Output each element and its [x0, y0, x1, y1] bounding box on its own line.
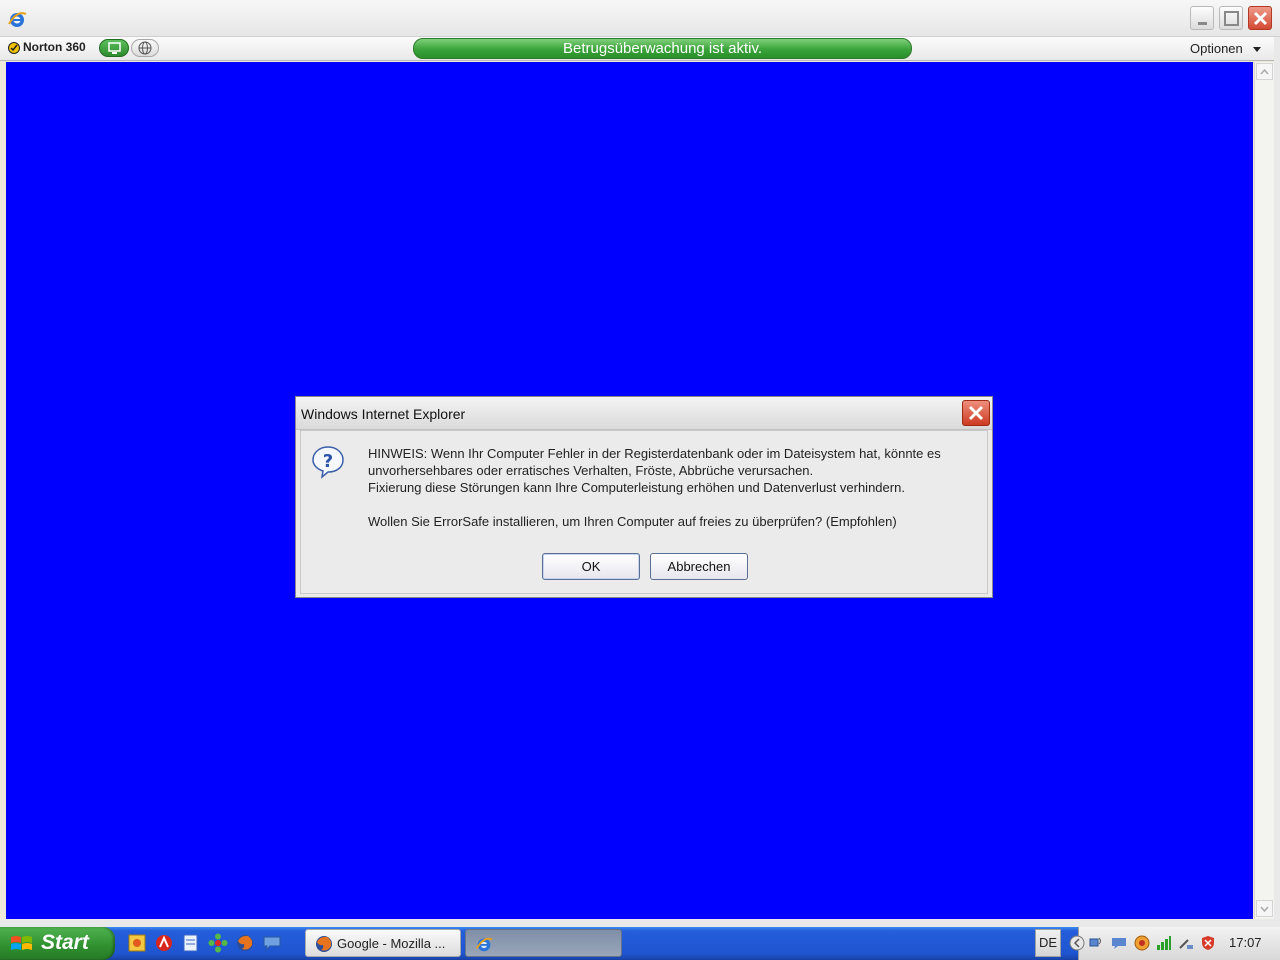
- safely-remove-hardware-icon[interactable]: [1178, 935, 1194, 951]
- security-icon[interactable]: [1134, 935, 1150, 951]
- chevron-down-icon: [1253, 47, 1261, 52]
- alert-dialog: Windows Internet Explorer ? HINWEIS: Wen…: [295, 396, 993, 598]
- maximize-button[interactable]: [1219, 6, 1243, 30]
- dialog-message: HINWEIS: Wenn Ihr Computer Fehler in der…: [368, 445, 988, 530]
- dialog-message-line: unvorhersehbares oder erratisches Verhal…: [368, 463, 814, 478]
- firefox-icon: [316, 936, 332, 952]
- minimize-icon: [1198, 22, 1207, 25]
- taskbar-item-ie[interactable]: [465, 929, 622, 957]
- window-titlebar: [0, 0, 1280, 37]
- chevron-down-icon: [1260, 906, 1269, 913]
- options-menu[interactable]: Optionen: [1190, 41, 1243, 56]
- svg-text:?: ?: [323, 451, 333, 472]
- dialog-question: Wollen Sie ErrorSafe installieren, um Ih…: [368, 514, 897, 529]
- ie-icon: [475, 937, 493, 952]
- chat-icon[interactable]: [262, 933, 282, 953]
- dialog-titlebar: Windows Internet Explorer: [296, 397, 992, 430]
- dialog-title: Windows Internet Explorer: [301, 406, 466, 422]
- taskbar-item-firefox[interactable]: Google - Mozilla ...: [305, 929, 461, 957]
- messenger-icon[interactable]: [1111, 935, 1127, 951]
- start-label: Start: [41, 931, 89, 954]
- taskbar: Start Google - Mozilla ... DE 17:07: [0, 927, 1280, 960]
- network-icon[interactable]: [1088, 935, 1104, 951]
- monitor-icon: [108, 42, 121, 54]
- norton-web-button[interactable]: [131, 39, 159, 57]
- globe-icon: [138, 41, 152, 55]
- maximize-icon: [1224, 11, 1239, 26]
- dialog-close-button[interactable]: [962, 400, 990, 426]
- ok-button[interactable]: OK: [542, 553, 640, 580]
- fraud-monitoring-status: Betrugsüberwachung ist aktiv.: [413, 38, 912, 59]
- norton-toolbar: Norton 360 Betrugsüberwachung ist aktiv.…: [0, 37, 1280, 61]
- notepad-icon[interactable]: [180, 933, 200, 953]
- cancel-button[interactable]: Abbrechen: [650, 553, 748, 580]
- dialog-message-line: Fixierung diese Störungen kann Ihre Comp…: [368, 480, 905, 495]
- window-border-right: [1274, 37, 1280, 922]
- window-border-bottom: [0, 919, 1280, 927]
- norton-logo-icon: [8, 42, 20, 54]
- security-alert-icon[interactable]: [1200, 935, 1216, 951]
- icq-icon[interactable]: [208, 933, 228, 953]
- photo-icon[interactable]: [127, 933, 147, 953]
- acrobat-icon[interactable]: [154, 933, 174, 953]
- taskbar-item-label: Google - Mozilla ...: [337, 936, 446, 951]
- clock: 17:07: [1229, 935, 1262, 950]
- firefox-icon[interactable]: [235, 933, 255, 953]
- close-icon: [968, 405, 984, 421]
- language-indicator[interactable]: DE: [1035, 929, 1061, 957]
- vertical-scrollbar[interactable]: [1254, 62, 1275, 919]
- tray-expand-icon[interactable]: [1069, 935, 1085, 951]
- minimize-button[interactable]: [1190, 6, 1214, 30]
- ie-icon: [8, 12, 27, 27]
- chevron-up-icon: [1260, 68, 1269, 75]
- scroll-up-arrow[interactable]: [1256, 63, 1273, 80]
- question-icon: ?: [312, 446, 344, 479]
- dialog-message-line: HINWEIS: Wenn Ihr Computer Fehler in der…: [368, 446, 941, 461]
- norton-monitor-button[interactable]: [99, 39, 129, 57]
- signal-strength-icon[interactable]: [1156, 935, 1172, 951]
- scroll-down-arrow[interactable]: [1256, 900, 1273, 917]
- norton-label: Norton 360: [23, 40, 86, 54]
- close-window-button[interactable]: [1248, 6, 1272, 30]
- start-button[interactable]: Start: [0, 927, 115, 960]
- close-icon: [1253, 11, 1268, 26]
- windows-logo-icon: [11, 936, 32, 950]
